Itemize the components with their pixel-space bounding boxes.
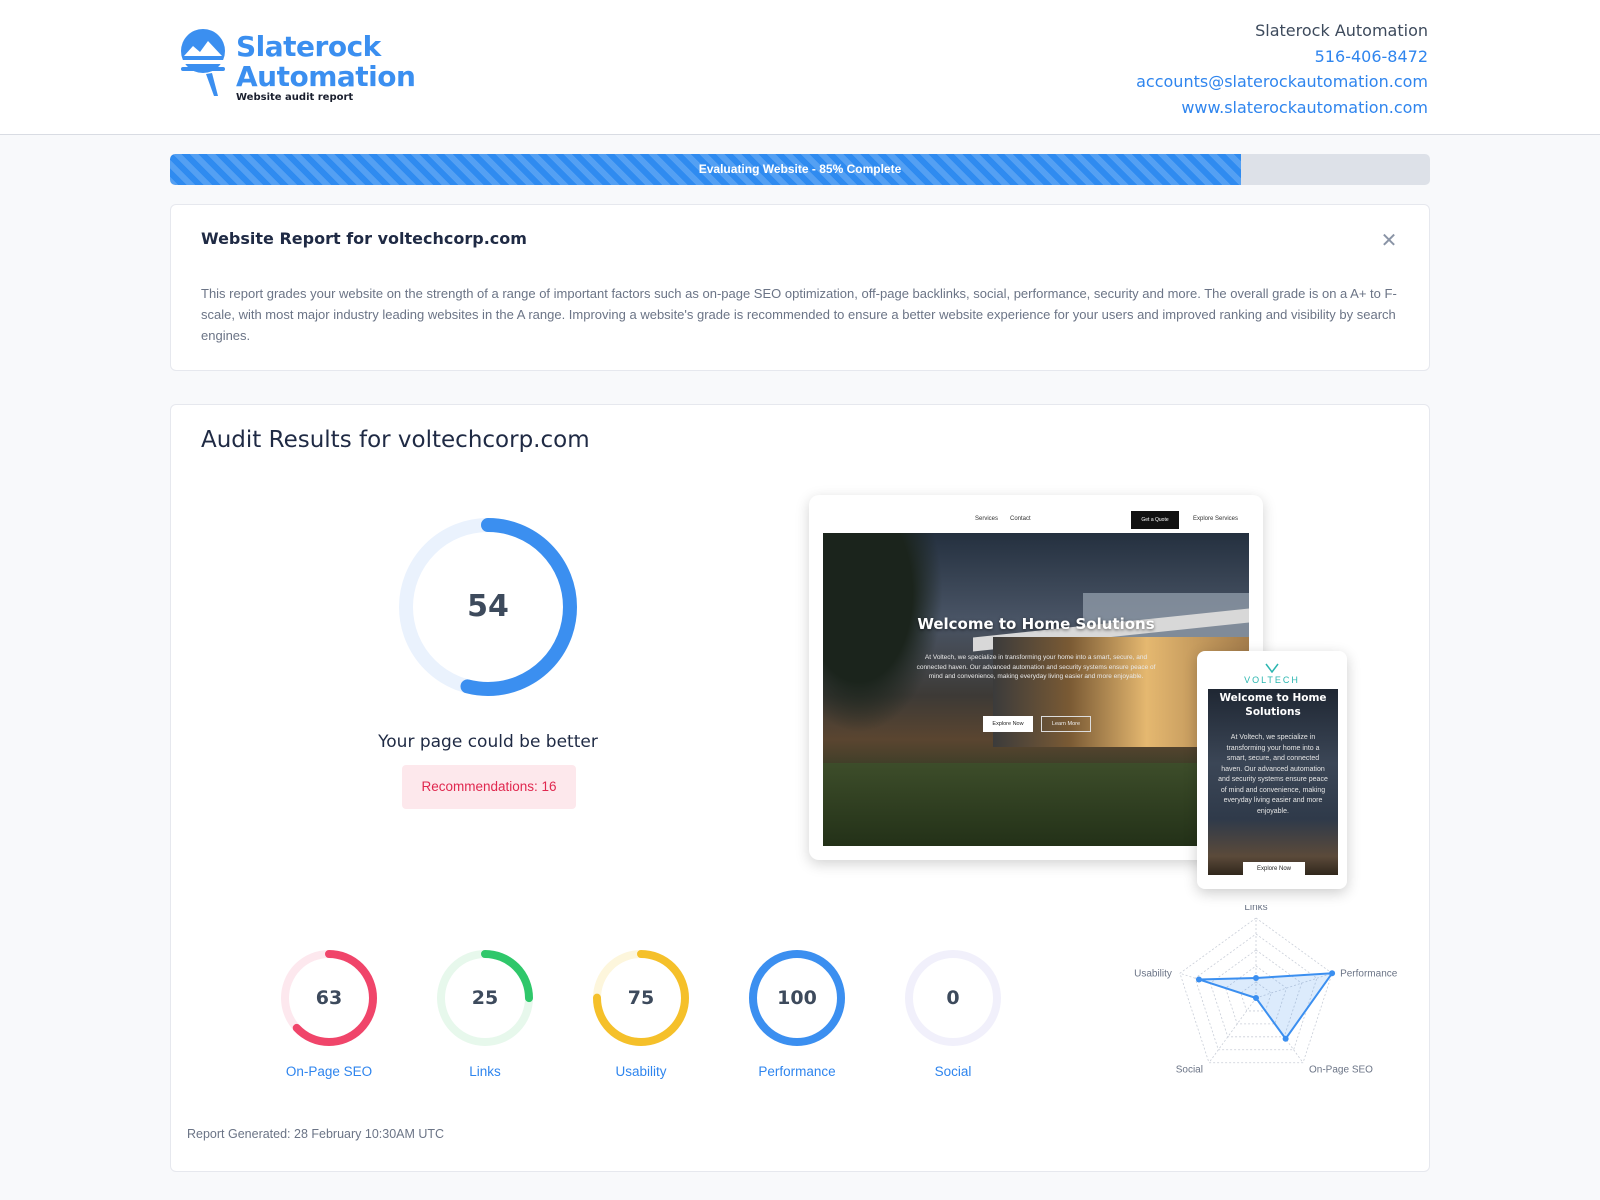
category-score: 63 <box>315 987 343 1009</box>
preview-nav-contact: Contact <box>1010 516 1031 522</box>
mobile-hero-text: At Voltech, we specialize in transformin… <box>1218 734 1328 815</box>
category-label: On-Page SEO <box>285 1064 373 1079</box>
report-intro-card: Website Report for voltechcorp.com ✕ Thi… <box>170 204 1430 371</box>
report-description: This report grades your website on the s… <box>201 286 1397 343</box>
category-gauge-onpage-seo[interactable]: 63 On-Page SEO <box>259 949 399 1089</box>
radar-axis-line <box>1208 997 1257 1063</box>
contact-company: Slaterock Automation <box>1255 21 1428 40</box>
preview-hero-title: Welcome to Home Solutions <box>917 615 1155 633</box>
category-label: Usability <box>615 1064 667 1079</box>
voltech-logo-icon <box>1265 663 1279 673</box>
brand-name-line1: Slaterock <box>236 30 381 63</box>
category-gauge-usability[interactable]: 75 Usability <box>571 949 711 1089</box>
brand-name-line2: Automation <box>236 60 416 93</box>
recommendations-badge[interactable]: Recommendations: 16 <box>402 765 576 809</box>
radar-point-on-page-seo <box>1282 1035 1289 1042</box>
contact-block: Slaterock Automation 516-406-8472 accoun… <box>1136 18 1428 120</box>
brand-tagline: Website audit report <box>236 92 354 103</box>
radar-axis-label: Social <box>1176 1065 1203 1076</box>
report-generated-timestamp: Report Generated: 28 February 10:30AM UT… <box>187 1127 445 1141</box>
preview-learn-button: Learn More <box>1041 716 1091 732</box>
radar-point-links <box>1253 975 1259 981</box>
preview-explore-button: Explore Now <box>983 716 1033 732</box>
preview-nav-services: Services <box>975 516 999 522</box>
preview-lawn <box>823 763 1249 846</box>
contact-website-link[interactable]: www.slaterockautomation.com <box>1136 95 1428 121</box>
preview-quote-button: Get a Quote <box>1131 511 1179 529</box>
progress-label: Evaluating Website - 85% Complete <box>698 162 902 176</box>
preview-tree <box>823 533 943 733</box>
audit-results-card: Audit Results for voltechcorp.com 54 You… <box>170 404 1430 1172</box>
mobile-hero-title: Welcome to Home Solutions <box>1219 692 1327 718</box>
close-icon[interactable]: ✕ <box>1379 231 1399 251</box>
mobile-explore-button: Explore Now <box>1243 862 1305 875</box>
category-gauge-links[interactable]: 25 Links <box>415 949 555 1089</box>
preview-nav: Services Contact Get a Quote Explore Ser… <box>823 509 1249 533</box>
category-gauge-social[interactable]: 0 Social <box>883 949 1023 1089</box>
mobile-preview-logo: VOLTECH <box>1244 675 1300 685</box>
category-score: 25 <box>471 987 499 1009</box>
mobile-preview: VOLTECH Welcome to Home Solutions At Vol… <box>1197 651 1347 889</box>
radar-axis-label: Performance <box>1340 968 1398 979</box>
mobile-preview-hero: Welcome to Home Solutions At Voltech, we… <box>1208 689 1338 875</box>
category-score: 100 <box>777 987 817 1009</box>
brand-logo[interactable]: Slaterock Automation Website audit repor… <box>178 22 438 108</box>
category-score: 75 <box>627 987 655 1009</box>
desktop-preview: Services Contact Get a Quote Explore Ser… <box>809 495 1263 860</box>
radar-series-area <box>1198 972 1335 1041</box>
radar-axis-label: On-Page SEO <box>1309 1065 1373 1076</box>
category-label: Links <box>469 1064 501 1079</box>
preview-nav-explore: Explore Services <box>1193 516 1239 522</box>
radar-point-social <box>1253 995 1259 1001</box>
report-header: Slaterock Automation Website audit repor… <box>0 0 1600 135</box>
evaluation-progress-bar: Evaluating Website - 85% Complete <box>170 154 1430 185</box>
preview-hero-text: At Voltech, we specialize in transformin… <box>916 654 1156 680</box>
contact-email-link[interactable]: accounts@slaterockautomation.com <box>1136 69 1428 95</box>
category-radar-chart: Links Performance On-Page SEO Social Usabili… <box>1101 905 1411 1095</box>
report-title: Website Report for voltechcorp.com <box>201 229 527 248</box>
radar-svg: Links Performance On-Page SEO Social Usabili… <box>1134 905 1398 1076</box>
radar-axis-label: Usability <box>1134 968 1172 979</box>
radar-axis-label: Links <box>1244 905 1267 913</box>
score-verdict: Your page could be better <box>378 732 598 752</box>
category-label: Performance <box>758 1064 836 1079</box>
audit-title: Audit Results for voltechcorp.com <box>201 427 590 453</box>
radar-point-performance <box>1329 970 1336 977</box>
category-score: 0 <box>946 987 960 1009</box>
overall-score-gauge: 54 <box>396 515 580 699</box>
contact-phone-link[interactable]: 516-406-8472 <box>1136 44 1428 70</box>
magnifier-mountain-icon <box>181 29 225 96</box>
preview-hero-image: Welcome to Home Solutions At Voltech, we… <box>823 533 1249 846</box>
radar-point-usability <box>1195 976 1202 983</box>
category-label: Social <box>934 1064 972 1079</box>
category-gauge-performance[interactable]: 100 Performance <box>727 949 867 1089</box>
overall-score-value: 54 <box>467 589 509 624</box>
